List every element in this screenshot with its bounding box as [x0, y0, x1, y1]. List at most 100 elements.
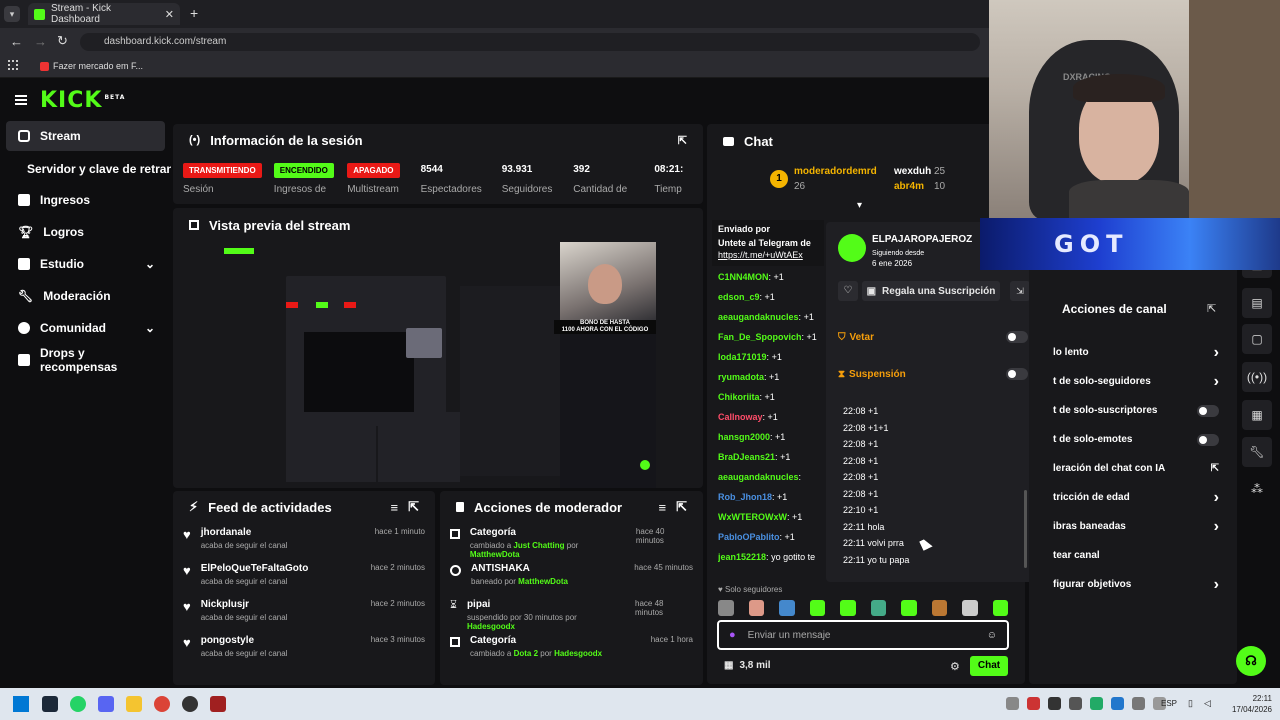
chat-username[interactable]: hansgn2000	[718, 432, 770, 442]
top-user[interactable]: moderadordemrd	[794, 166, 877, 177]
language-indicator[interactable]: ESP	[1161, 699, 1177, 708]
bookmark-item[interactable]: Fazer mercado em F...	[53, 61, 143, 71]
volume-icon[interactable]: ◁	[1204, 698, 1211, 709]
emote-icon[interactable]	[718, 600, 734, 616]
emote-icon[interactable]	[748, 600, 764, 616]
emote-icon[interactable]	[901, 600, 917, 616]
app-icon[interactable]	[182, 696, 198, 712]
chevron-right-icon[interactable]: ›	[1214, 518, 1219, 536]
popout-icon[interactable]: ⇱	[1207, 302, 1216, 315]
chat-username[interactable]: BraDJeans21	[718, 452, 775, 462]
chat-username[interactable]: jean152218	[718, 552, 766, 562]
chevron-right-icon[interactable]: ›	[1214, 373, 1219, 391]
rail-button-extensions[interactable]: ⁂	[1242, 474, 1272, 504]
emote-icon[interactable]	[931, 600, 947, 616]
suspension-toggle[interactable]	[1006, 368, 1028, 380]
action-target[interactable]: Dota 2	[514, 649, 538, 658]
gift-sub-button[interactable]: ▣ Regala una Suscripción	[862, 281, 1000, 301]
chat-username[interactable]: loda171019	[718, 352, 767, 362]
url-field[interactable]: dashboard.kick.com/stream	[80, 33, 980, 51]
channel-action-item[interactable]: figurar objetivos ›	[1053, 570, 1231, 599]
expand-chevron-icon[interactable]: ▾	[857, 200, 862, 211]
filter-icon[interactable]: ≡	[659, 500, 667, 515]
action-target[interactable]: Just Chatting	[513, 541, 564, 550]
channel-action-item[interactable]: tear canal	[1053, 541, 1231, 570]
chat-username[interactable]: Callnoway	[718, 412, 763, 422]
pin-card-button[interactable]: ⇲	[1010, 281, 1030, 301]
chat-username[interactable]: edson_c9	[718, 292, 760, 302]
chevron-right-icon[interactable]: ›	[1214, 489, 1219, 507]
chevron-right-icon[interactable]: ›	[1214, 344, 1219, 362]
emote-icon[interactable]	[840, 600, 856, 616]
top-user[interactable]: wexduh	[894, 166, 931, 177]
top-user[interactable]: abr4m	[894, 181, 924, 192]
toggle-switch[interactable]	[1197, 433, 1219, 446]
popout-icon[interactable]: ⇱	[678, 134, 687, 147]
stream-preview-video[interactable]: BONO DE HASTA 1100 AHORA CON EL CÓDIGO	[220, 242, 656, 488]
tray-icon[interactable]	[1090, 697, 1103, 710]
chat-username[interactable]: aeaugandaknucles	[718, 312, 799, 322]
toggle-switch[interactable]	[1197, 404, 1219, 417]
sidebar-item-logros[interactable]: 🏆︎ Logros	[6, 217, 165, 247]
tray-icon[interactable]	[1132, 697, 1145, 710]
chrome-icon[interactable]	[154, 696, 170, 712]
popout-icon[interactable]: ⇱	[408, 499, 419, 515]
whatsapp-icon[interactable]	[70, 696, 86, 712]
channel-action-item[interactable]: ibras baneadas ›	[1053, 512, 1231, 541]
sidebar-item-stream[interactable]: Stream	[6, 121, 165, 151]
chat-settings-icon[interactable]: ⚙	[950, 660, 960, 673]
emoji-icon[interactable]: ☺	[987, 630, 997, 641]
chat-username[interactable]: Rob_Jhon18	[718, 492, 772, 502]
log-scrollbar[interactable]	[1024, 490, 1027, 568]
rail-button-tools[interactable]: 🔧︎	[1242, 437, 1272, 467]
sidebar-item-ingresos[interactable]: Ingresos	[6, 185, 165, 215]
sidebar-item-drops[interactable]: Drops y recompensas	[6, 345, 165, 375]
sidebar-item-server-key[interactable]: Servidor y clave de retransm	[6, 154, 171, 184]
chat-username[interactable]: PabloOPablito	[718, 532, 780, 542]
chevron-right-icon[interactable]: ›	[1214, 576, 1219, 594]
popout-icon[interactable]: ⇱	[676, 499, 687, 515]
send-chat-button[interactable]: Chat	[970, 656, 1008, 676]
external-link-icon[interactable]: ⇱	[1211, 463, 1219, 474]
rail-button-mod[interactable]: ▦	[1242, 400, 1272, 430]
tray-icon[interactable]	[1006, 697, 1019, 710]
network-icon[interactable]: ▯	[1188, 698, 1193, 709]
sidebar-item-estudio[interactable]: Estudio ⌄	[6, 249, 165, 279]
rail-button-broadcast[interactable]: ((•))	[1242, 362, 1272, 392]
tray-icon[interactable]	[1027, 697, 1040, 710]
chat-input[interactable]: ● Enviar un mensaje ☺	[717, 620, 1009, 650]
filter-icon[interactable]: ≡	[391, 500, 399, 515]
chat-username[interactable]: WxWTEROWxW	[718, 512, 787, 522]
follow-heart-button[interactable]: ♡	[838, 281, 858, 301]
chat-username[interactable]: Chikoriita	[718, 392, 760, 402]
channel-action-item[interactable]: tricción de edad ›	[1053, 483, 1231, 512]
action-by[interactable]: Hadesgoodx	[554, 649, 602, 658]
kick-logo[interactable]: KICK BETA	[40, 88, 125, 113]
back-icon[interactable]: ←	[10, 34, 23, 49]
channel-action-item[interactable]: lo lento ›	[1053, 338, 1231, 367]
emote-icon[interactable]	[779, 600, 795, 616]
rail-button-chat[interactable]: ▢	[1242, 324, 1272, 354]
emote-icon[interactable]	[962, 600, 978, 616]
chat-username[interactable]: Fan_De_Spopovich	[718, 332, 802, 342]
channel-action-item[interactable]: t de solo-suscriptores	[1053, 396, 1231, 425]
reload-icon[interactable]: ↻	[57, 33, 68, 49]
steam-icon[interactable]	[42, 696, 58, 712]
emote-icon[interactable]	[809, 600, 825, 616]
veto-toggle[interactable]	[1006, 331, 1028, 343]
sidebar-item-moderacion[interactable]: 🔧︎ Moderación	[6, 281, 165, 311]
hamburger-menu-icon[interactable]	[15, 95, 27, 105]
browser-tab[interactable]: Stream - Kick Dashboard ✕	[28, 3, 180, 25]
discord-icon[interactable]	[98, 696, 114, 712]
action-target[interactable]: MatthewDota	[518, 577, 568, 586]
emote-icon[interactable]	[992, 600, 1008, 616]
start-icon[interactable]	[13, 696, 29, 712]
tray-icon[interactable]	[1069, 697, 1082, 710]
bluetooth-icon[interactable]	[1111, 697, 1124, 710]
rail-button-log[interactable]: ▤	[1242, 288, 1272, 318]
action-by[interactable]: MatthewDota	[470, 550, 520, 559]
clock[interactable]: 22:11 17/04/2026	[1222, 693, 1272, 715]
dota-icon[interactable]	[210, 696, 226, 712]
forward-icon[interactable]: →	[34, 34, 47, 49]
channel-action-item[interactable]: t de solo-emotes	[1053, 425, 1231, 454]
